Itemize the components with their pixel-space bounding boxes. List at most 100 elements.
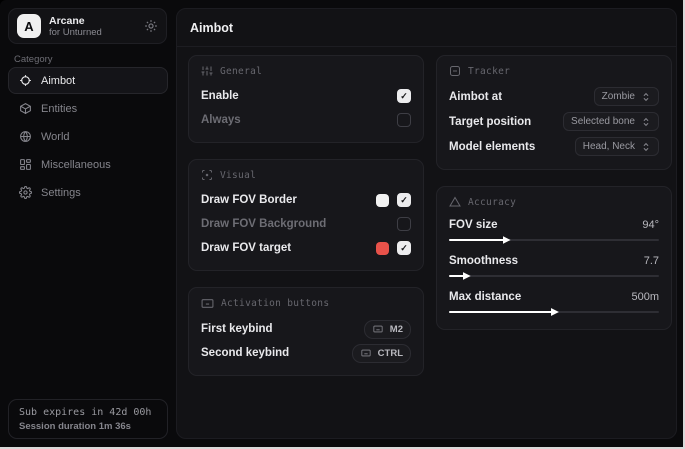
focus-icon <box>201 169 213 181</box>
target-position-select[interactable]: Selected bone <box>563 112 659 131</box>
tracker-card-header: Tracker <box>449 65 659 77</box>
slider-handle[interactable] <box>503 236 511 244</box>
max-distance-value: 500m <box>631 291 659 303</box>
setting-row: First keybind M2 <box>201 317 411 341</box>
slider-track <box>449 275 659 278</box>
setting-row: FOV size 94° <box>449 215 659 245</box>
sidebar-item-label: World <box>41 131 70 143</box>
draw-fov-border-label: Draw FOV Border <box>201 194 297 206</box>
check-icon: ✓ <box>400 92 408 101</box>
general-card-header: General <box>201 65 411 77</box>
setting-row: Draw FOV target ✓ <box>201 236 411 260</box>
sidebar: A Arcane for Unturned Category Aimbot <box>0 0 175 447</box>
visual-card-title: Visual <box>220 170 256 181</box>
keyboard-icon <box>372 324 384 334</box>
first-keybind-label: First keybind <box>201 323 273 335</box>
app-titles: Arcane for Unturned <box>49 15 144 38</box>
slider-fill <box>449 311 552 314</box>
enable-label: Enable <box>201 90 239 102</box>
max-distance-slider[interactable] <box>449 307 659 317</box>
fov-size-slider[interactable] <box>449 235 659 245</box>
accuracy-card-header: Accuracy <box>449 196 659 208</box>
setting-row: Model elements Head, Neck <box>449 134 659 159</box>
always-checkbox[interactable] <box>397 113 411 127</box>
app-subtitle: for Unturned <box>49 27 144 38</box>
page-title: Aimbot <box>190 21 233 35</box>
accuracy-card-title: Accuracy <box>468 197 516 208</box>
left-column: General Enable ✓ Always <box>188 55 424 392</box>
fov-size-value: 94° <box>642 219 659 231</box>
general-card-title: General <box>220 66 262 77</box>
globe-icon <box>19 130 32 143</box>
setting-row: Draw FOV Border ✓ <box>201 188 411 212</box>
sidebar-header-card: A Arcane for Unturned <box>8 8 167 44</box>
keyboard-icon <box>360 348 372 358</box>
fov-border-color-swatch[interactable] <box>376 194 389 207</box>
grid-icon <box>19 158 32 171</box>
visual-card-header: Visual <box>201 169 411 181</box>
slider-fill <box>449 275 464 278</box>
tracker-card: Tracker Aimbot at Zombie Target position <box>436 55 672 170</box>
second-keybind-button[interactable]: CTRL <box>352 344 411 363</box>
crosshair-icon <box>19 74 32 87</box>
setting-row: Draw FOV Background <box>201 212 411 236</box>
frame-minus-icon <box>449 65 461 77</box>
chevrons-up-down-icon <box>641 92 651 102</box>
first-keybind-button[interactable]: M2 <box>364 320 411 339</box>
smoothness-label: Smoothness <box>449 255 518 267</box>
draw-fov-background-checkbox[interactable] <box>397 217 411 231</box>
sidebar-item-aimbot[interactable]: Aimbot <box>8 67 168 94</box>
slider-handle[interactable] <box>463 272 471 280</box>
setting-row: Aimbot at Zombie <box>449 84 659 109</box>
sliders-icon <box>201 65 213 77</box>
setting-row: Second keybind CTRL <box>201 341 411 365</box>
visual-card: Visual Draw FOV Border ✓ Draw FOV Backgr… <box>188 159 424 271</box>
target-position-value: Selected bone <box>571 116 635 127</box>
triangle-icon <box>449 196 461 208</box>
smoothness-value: 7.7 <box>644 255 659 267</box>
cube-icon <box>19 102 32 115</box>
aimbot-at-label: Aimbot at <box>449 91 502 103</box>
session-duration-text: Session duration 1m 36s <box>19 421 157 432</box>
right-column: Tracker Aimbot at Zombie Target position <box>436 55 672 346</box>
chevrons-up-down-icon <box>641 117 651 127</box>
sidebar-item-settings[interactable]: Settings <box>8 179 168 206</box>
sidebar-item-world[interactable]: World <box>8 123 168 150</box>
chevrons-up-down-icon <box>641 142 651 152</box>
app-name: Arcane <box>49 15 144 27</box>
general-card: General Enable ✓ Always <box>188 55 424 143</box>
model-elements-select[interactable]: Head, Neck <box>575 137 659 156</box>
target-position-label: Target position <box>449 116 531 128</box>
app-window: A Arcane for Unturned Category Aimbot <box>0 0 685 449</box>
second-keybind-value: CTRL <box>378 348 403 359</box>
enable-checkbox[interactable]: ✓ <box>397 89 411 103</box>
setting-row: Max distance 500m <box>449 287 659 317</box>
sidebar-item-label: Entities <box>41 103 77 115</box>
draw-fov-target-label: Draw FOV target <box>201 242 291 254</box>
settings-gear-icon <box>19 186 32 199</box>
sidebar-item-label: Settings <box>41 187 81 199</box>
sidebar-item-miscellaneous[interactable]: Miscellaneous <box>8 151 168 178</box>
activation-card-title: Activation buttons <box>221 298 329 309</box>
gear-icon[interactable] <box>144 19 158 33</box>
slider-fill <box>449 239 504 242</box>
draw-fov-border-checkbox[interactable]: ✓ <box>397 193 411 207</box>
check-icon: ✓ <box>400 244 408 253</box>
sidebar-item-entities[interactable]: Entities <box>8 95 168 122</box>
fov-target-color-swatch[interactable] <box>376 242 389 255</box>
draw-fov-target-checkbox[interactable]: ✓ <box>397 241 411 255</box>
main-panel: Aimbot General Enable ✓ <box>176 8 677 439</box>
max-distance-label: Max distance <box>449 291 521 303</box>
category-label: Category <box>14 54 53 65</box>
slider-track <box>449 311 659 314</box>
draw-fov-background-label: Draw FOV Background <box>201 218 326 230</box>
main-header: Aimbot <box>177 9 676 47</box>
slider-track <box>449 239 659 242</box>
model-elements-value: Head, Neck <box>583 141 635 152</box>
activation-card-header: Activation buttons <box>201 297 411 310</box>
aimbot-at-select[interactable]: Zombie <box>594 87 659 106</box>
setting-row: Enable ✓ <box>201 84 411 108</box>
aimbot-at-value: Zombie <box>602 91 635 102</box>
slider-handle[interactable] <box>551 308 559 316</box>
smoothness-slider[interactable] <box>449 271 659 281</box>
